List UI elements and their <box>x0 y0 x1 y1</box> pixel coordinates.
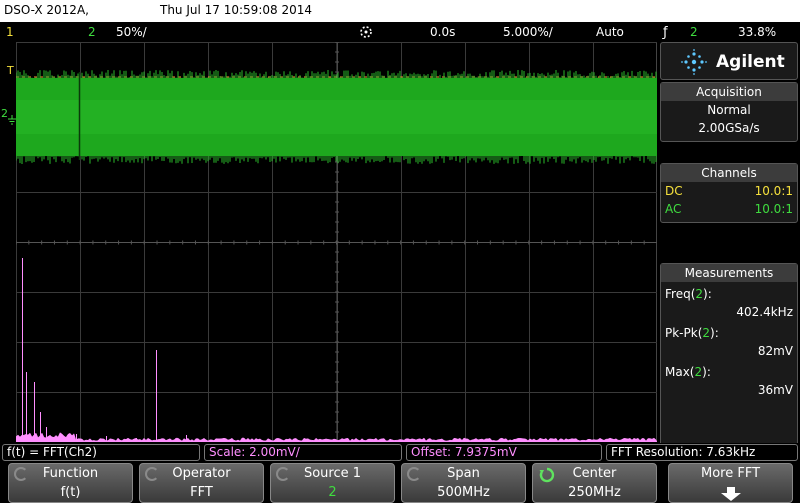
measurements-panel[interactable]: Measurements Freq(2): 402.4kHz Pk-Pk(2):… <box>660 263 798 448</box>
span-softkey[interactable]: Span 500MHz <box>401 463 526 503</box>
softkey-bar: Function f(t) Operator FFT Source 1 2 Sp… <box>0 462 800 503</box>
softkey-label: Center <box>533 466 656 481</box>
measurement-label: Pk-Pk(2): <box>661 324 797 342</box>
measurement-label: Freq(2): <box>661 285 797 303</box>
trigger-slope-icon: ƒ <box>663 25 668 40</box>
measurement-value: 402.4kHz <box>661 303 797 321</box>
ch2-trace-core <box>16 100 657 134</box>
measurements-header: Measurements <box>661 264 797 282</box>
channel-2-indicator[interactable]: 2 <box>88 25 96 39</box>
softkey-value: FFT <box>140 485 263 500</box>
brand-name: Agilent <box>716 52 785 72</box>
softkey-label: Span <box>402 466 525 481</box>
channel-1-indicator[interactable]: 1 <box>6 25 14 39</box>
measurement-value: 82mV <box>661 342 797 360</box>
agilent-logo: Agilent <box>660 42 798 80</box>
measurement-label: Max(2): <box>661 363 797 381</box>
waveform-display[interactable] <box>16 42 657 442</box>
sample-rate: 2.00GSa/s <box>661 119 797 137</box>
softkey-value: 250MHz <box>533 485 656 500</box>
channels-header: Channels <box>661 164 797 182</box>
channel-row: DC 10.0:1 <box>661 182 797 200</box>
softkey-label: Function <box>9 466 132 481</box>
source-1-softkey[interactable]: Source 1 2 <box>270 463 395 503</box>
math-function-readout: f(t) = FFT(Ch2) <box>2 444 200 461</box>
softkey-label: More FFT <box>669 466 792 481</box>
more-fft-softkey[interactable]: More FFT <box>668 463 793 503</box>
measurement-value: 36mV <box>661 381 797 399</box>
instrument-model: DSO-X 2012A, <box>4 3 89 17</box>
fft-resolution-readout: FFT Resolution: 7.63kHz <box>606 444 798 461</box>
datetime: Thu Jul 17 10:59:08 2014 <box>160 3 312 17</box>
softkey-value: f(t) <box>9 485 132 500</box>
math-info-row: f(t) = FFT(Ch2) Scale: 2.00mV/ Offset: 7… <box>0 443 800 462</box>
side-panel: Agilent Acquisition Normal 2.00GSa/s Cha… <box>660 42 800 442</box>
acquisition-header: Acquisition <box>661 83 797 101</box>
title-bar: DSO-X 2012A, Thu Jul 17 10:59:08 2014 <box>0 0 800 22</box>
trigger-position-icon <box>358 24 374 43</box>
horizontal-delay: 0.0s <box>430 25 455 39</box>
channel-coupling: DC <box>665 182 683 200</box>
probe-ratio: 10.0:1 <box>755 200 793 218</box>
softkey-label: Source 1 <box>271 466 394 481</box>
arrow-down-icon <box>720 486 742 503</box>
softkey-label: Operator <box>140 466 263 481</box>
function-softkey[interactable]: Function f(t) <box>8 463 133 503</box>
math-offset-readout: Offset: 7.9375mV <box>406 444 602 461</box>
trigger-level-marker: T <box>7 64 14 77</box>
acquisition-mode: Normal <box>661 101 797 119</box>
operator-softkey[interactable]: Operator FFT <box>139 463 264 503</box>
status-bar: 1 2 50%/ 0.0s 5.000%/ Auto ƒ 2 33.8% <box>0 22 800 42</box>
ground-icon <box>8 110 16 120</box>
softkey-value: 2 <box>271 485 394 500</box>
ch2-ground-marker: 2 <box>1 107 8 120</box>
math-scale-readout: Scale: 2.00mV/ <box>204 444 402 461</box>
center-softkey[interactable]: Center 250MHz <box>532 463 657 503</box>
trigger-mode: Auto <box>596 25 624 39</box>
channel-coupling: AC <box>665 200 681 218</box>
channels-panel[interactable]: Channels DC 10.0:1 AC 10.0:1 <box>660 163 798 223</box>
trigger-level: 33.8% <box>738 25 776 39</box>
trigger-source: 2 <box>690 25 698 39</box>
channel-2-scale: 50%/ <box>116 25 147 39</box>
softkey-value: 500MHz <box>402 485 525 500</box>
acquisition-panel[interactable]: Acquisition Normal 2.00GSa/s <box>660 82 798 142</box>
timebase: 5.000%/ <box>503 25 553 39</box>
channel-row: AC 10.0:1 <box>661 200 797 218</box>
probe-ratio: 10.0:1 <box>755 182 793 200</box>
